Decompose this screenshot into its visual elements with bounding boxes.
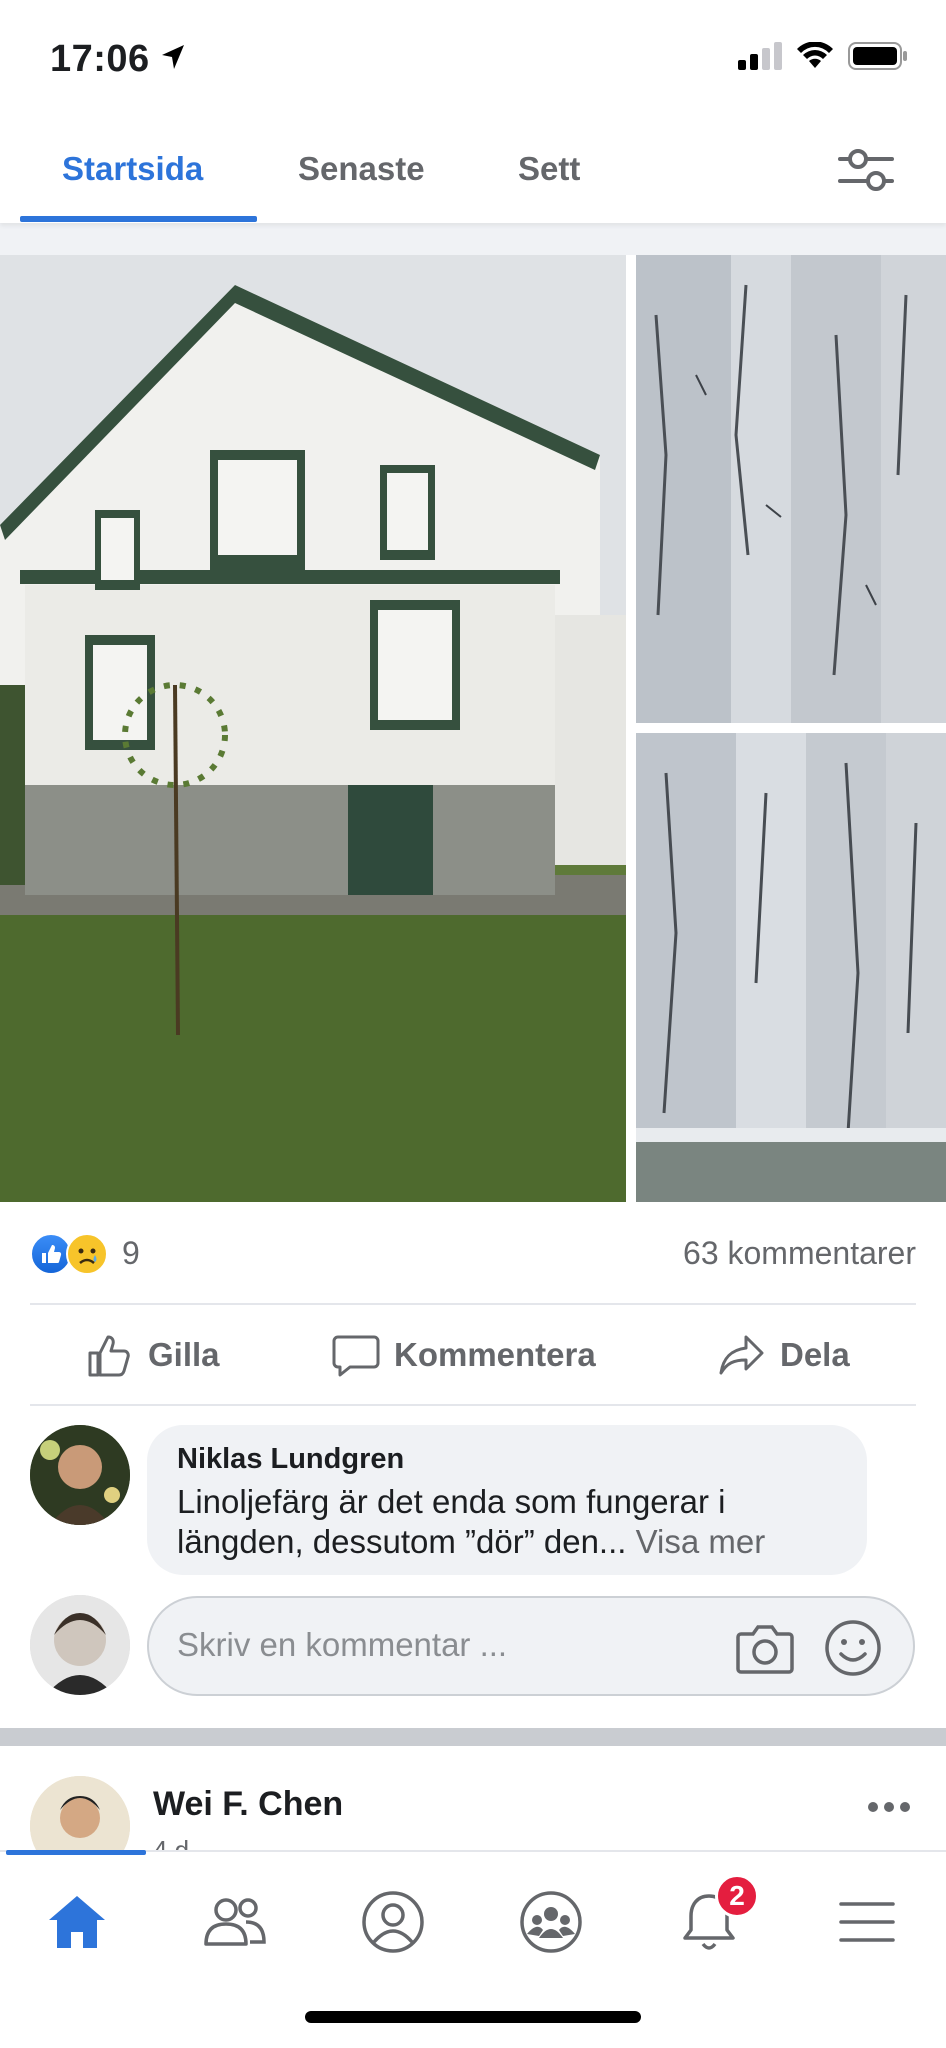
home-icon: [49, 1896, 105, 1948]
comment-bubble[interactable]: Niklas Lundgren Linoljefärg är det enda …: [147, 1425, 867, 1575]
comment-bubble-icon: [332, 1335, 380, 1377]
post-photo-house[interactable]: [0, 255, 626, 1202]
comment-author[interactable]: Niklas Lundgren: [177, 1443, 837, 1476]
emoji-icon: [825, 1620, 881, 1676]
comment-count[interactable]: 63 kommentarer: [683, 1235, 916, 1272]
nav-profile[interactable]: [353, 1882, 433, 1962]
status-time: 17:06: [50, 38, 150, 80]
like-button[interactable]: Gilla: [86, 1330, 220, 1380]
sad-reaction-icon: [66, 1233, 108, 1275]
profile-icon: [362, 1891, 424, 1953]
active-nav-indicator: [6, 1850, 146, 1855]
reactions-summary[interactable]: 9 63 kommentarer: [30, 1225, 916, 1285]
camera-icon: [736, 1625, 794, 1674]
post-photo-peeling-paint-2[interactable]: [636, 733, 946, 1202]
my-avatar: [30, 1595, 130, 1695]
post-photo-grid: [0, 255, 946, 1202]
reaction-count: 9: [122, 1235, 140, 1271]
nav-home[interactable]: [37, 1882, 117, 1962]
next-post-author[interactable]: Wei F. Chen: [153, 1785, 343, 1824]
more-dots-icon: [868, 1802, 910, 1812]
groups-icon: [520, 1891, 582, 1953]
home-indicator: [305, 2011, 641, 2023]
nav-menu[interactable]: [827, 1882, 907, 1962]
notifications-badge: 2: [715, 1874, 759, 1918]
feed-tabs: Startsida Senaste Sett: [0, 115, 946, 223]
divider: [30, 1303, 916, 1305]
share-arrow-icon: [719, 1335, 764, 1375]
emoji-button[interactable]: [823, 1618, 883, 1678]
thumbs-up-icon: [88, 1335, 130, 1377]
share-label: Dela: [780, 1336, 850, 1373]
comment-text: Linoljefärg är det enda som fungerar i l…: [177, 1482, 837, 1562]
filter-button[interactable]: [836, 145, 896, 195]
comment-label: Kommentera: [394, 1336, 596, 1373]
wifi-icon: [796, 41, 834, 75]
share-button[interactable]: Dela: [718, 1330, 850, 1380]
status-bar: 17:06: [0, 0, 946, 115]
menu-icon: [839, 1902, 895, 1942]
tab-senaste[interactable]: Senaste: [298, 150, 425, 188]
status-indicators: [738, 41, 908, 75]
active-tab-indicator: [20, 216, 257, 222]
comment-button[interactable]: Kommentera: [332, 1330, 596, 1380]
feed-gap: [0, 223, 946, 255]
friends-icon: [204, 1898, 266, 1946]
post-options-button[interactable]: [864, 1792, 914, 1822]
commenter-avatar[interactable]: [30, 1425, 130, 1525]
comment-composer[interactable]: [147, 1596, 915, 1696]
reaction-icons: [30, 1233, 114, 1277]
filter-sliders-icon: [838, 149, 894, 191]
comment-input[interactable]: [177, 1626, 697, 1664]
post-separator: [0, 1728, 946, 1746]
post-photo-peeling-paint-1[interactable]: [636, 255, 946, 723]
post-actions: Gilla Kommentera Dela: [0, 1306, 946, 1404]
see-more-link[interactable]: Visa mer: [636, 1523, 766, 1560]
tab-sett[interactable]: Sett: [518, 150, 580, 188]
location-arrow-icon: [160, 43, 186, 76]
battery-icon: [848, 42, 908, 75]
nav-groups[interactable]: [511, 1882, 591, 1962]
nav-notifications[interactable]: 2: [669, 1874, 759, 1962]
camera-button[interactable]: [735, 1620, 795, 1676]
nav-friends[interactable]: [195, 1882, 275, 1962]
divider: [30, 1404, 916, 1406]
like-label: Gilla: [148, 1336, 220, 1373]
tab-startsida[interactable]: Startsida: [62, 150, 203, 188]
signal-icon: [738, 42, 782, 75]
